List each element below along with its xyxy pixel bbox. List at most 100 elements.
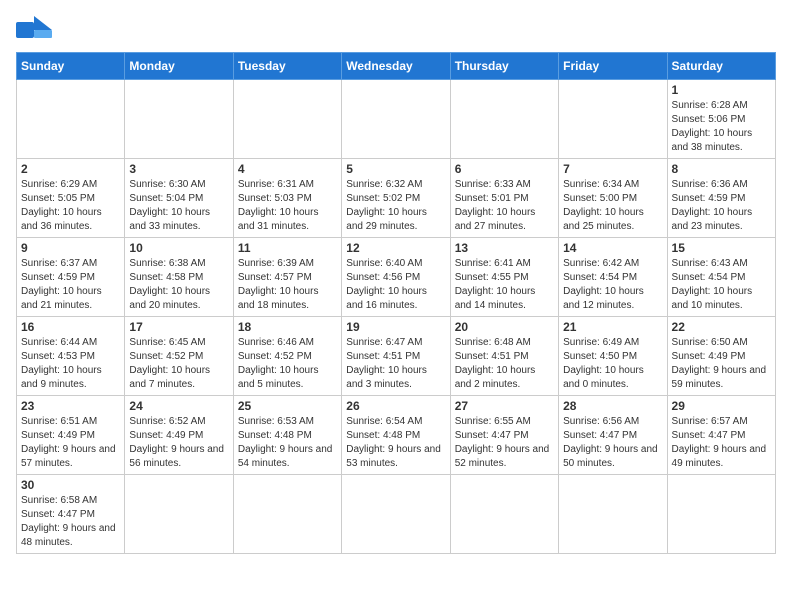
calendar-cell: 10 Sunrise: 6:38 AM Sunset: 4:58 PM Dayli… xyxy=(125,238,233,317)
calendar-cell xyxy=(450,80,558,159)
day-number: 30 xyxy=(21,478,120,492)
calendar-cell: 11Sunrise: 6:39 AM Sunset: 4:57 PM Dayli… xyxy=(233,238,341,317)
calendar-week-row: 1 Sunrise: 6:28 AM Sunset: 5:06 PM Daylig… xyxy=(17,80,776,159)
day-number: 13 xyxy=(455,241,554,255)
day-number: 17 xyxy=(129,320,228,334)
calendar-cell: 25 Sunrise: 6:53 AM Sunset: 4:48 PM Dayli… xyxy=(233,396,341,475)
calendar-cell: 6 Sunrise: 6:33 AM Sunset: 5:01 PM Daylig… xyxy=(450,159,558,238)
calendar-cell xyxy=(342,80,450,159)
day-info: Sunrise: 6:51 AM Sunset: 4:49 PM Dayligh… xyxy=(21,415,120,471)
column-header-wednesday: Wednesday xyxy=(342,53,450,80)
calendar-cell: 16 Sunrise: 6:44 AM Sunset: 4:53 PM Dayli… xyxy=(17,317,125,396)
day-number: 24 xyxy=(129,399,228,413)
day-number: 3 xyxy=(129,162,228,176)
calendar-cell xyxy=(233,475,341,554)
day-number: 28 xyxy=(563,399,662,413)
calendar-cell xyxy=(559,80,667,159)
day-number: 26 xyxy=(346,399,445,413)
day-info: Sunrise: 6:31 AM Sunset: 5:03 PM Dayligh… xyxy=(238,178,337,234)
day-info: Sunrise: 6:57 AM Sunset: 4:47 PM Dayligh… xyxy=(672,415,771,471)
calendar-cell: 28Sunrise: 6:56 AM Sunset: 4:47 PM Dayli… xyxy=(559,396,667,475)
day-info: Sunrise: 6:54 AM Sunset: 4:48 PM Dayligh… xyxy=(346,415,445,471)
calendar-cell: 15 Sunrise: 6:43 AM Sunset: 4:54 PM Dayli… xyxy=(667,238,775,317)
calendar-cell: 20Sunrise: 6:48 AM Sunset: 4:51 PM Dayli… xyxy=(450,317,558,396)
calendar-week-row: 30 Sunrise: 6:58 AM Sunset: 4:47 PM Dayli… xyxy=(17,475,776,554)
column-header-monday: Monday xyxy=(125,53,233,80)
day-number: 10 xyxy=(129,241,228,255)
day-info: Sunrise: 6:41 AM Sunset: 4:55 PM Dayligh… xyxy=(455,257,554,313)
calendar-cell xyxy=(125,475,233,554)
calendar-cell: 29 Sunrise: 6:57 AM Sunset: 4:47 PM Dayli… xyxy=(667,396,775,475)
calendar-cell: 18Sunrise: 6:46 AM Sunset: 4:52 PM Dayli… xyxy=(233,317,341,396)
calendar-cell: 24 Sunrise: 6:52 AM Sunset: 4:49 PM Dayli… xyxy=(125,396,233,475)
day-info: Sunrise: 6:43 AM Sunset: 4:54 PM Dayligh… xyxy=(672,257,771,313)
day-info: Sunrise: 6:48 AM Sunset: 4:51 PM Dayligh… xyxy=(455,336,554,392)
day-info: Sunrise: 6:38 AM Sunset: 4:58 PM Dayligh… xyxy=(129,257,228,313)
day-info: Sunrise: 6:29 AM Sunset: 5:05 PM Dayligh… xyxy=(21,178,120,234)
day-info: Sunrise: 6:32 AM Sunset: 5:02 PM Dayligh… xyxy=(346,178,445,234)
day-info: Sunrise: 6:30 AM Sunset: 5:04 PM Dayligh… xyxy=(129,178,228,234)
day-info: Sunrise: 6:52 AM Sunset: 4:49 PM Dayligh… xyxy=(129,415,228,471)
logo-icon xyxy=(16,16,52,44)
calendar-table: SundayMondayTuesdayWednesdayThursdayFrid… xyxy=(16,52,776,554)
day-number: 29 xyxy=(672,399,771,413)
day-number: 19 xyxy=(346,320,445,334)
day-number: 14 xyxy=(563,241,662,255)
column-header-tuesday: Tuesday xyxy=(233,53,341,80)
calendar-cell: 1 Sunrise: 6:28 AM Sunset: 5:06 PM Daylig… xyxy=(667,80,775,159)
calendar-cell: 27 Sunrise: 6:55 AM Sunset: 4:47 PM Dayli… xyxy=(450,396,558,475)
calendar-cell: 13 Sunrise: 6:41 AM Sunset: 4:55 PM Dayli… xyxy=(450,238,558,317)
logo xyxy=(16,16,56,44)
calendar-week-row: 9Sunrise: 6:37 AM Sunset: 4:59 PM Daylig… xyxy=(17,238,776,317)
day-number: 22 xyxy=(672,320,771,334)
calendar-cell: 26 Sunrise: 6:54 AM Sunset: 4:48 PM Dayli… xyxy=(342,396,450,475)
column-header-thursday: Thursday xyxy=(450,53,558,80)
day-info: Sunrise: 6:28 AM Sunset: 5:06 PM Dayligh… xyxy=(672,99,771,155)
calendar-cell xyxy=(450,475,558,554)
calendar-week-row: 16 Sunrise: 6:44 AM Sunset: 4:53 PM Dayli… xyxy=(17,317,776,396)
day-info: Sunrise: 6:58 AM Sunset: 4:47 PM Dayligh… xyxy=(21,494,120,550)
calendar-cell: 17 Sunrise: 6:45 AM Sunset: 4:52 PM Dayli… xyxy=(125,317,233,396)
day-info: Sunrise: 6:39 AM Sunset: 4:57 PM Dayligh… xyxy=(238,257,337,313)
day-number: 12 xyxy=(346,241,445,255)
calendar-cell: 5 Sunrise: 6:32 AM Sunset: 5:02 PM Daylig… xyxy=(342,159,450,238)
calendar-cell: 9Sunrise: 6:37 AM Sunset: 4:59 PM Daylig… xyxy=(17,238,125,317)
page-header xyxy=(16,16,776,44)
day-info: Sunrise: 6:44 AM Sunset: 4:53 PM Dayligh… xyxy=(21,336,120,392)
day-number: 6 xyxy=(455,162,554,176)
calendar-cell: 23Sunrise: 6:51 AM Sunset: 4:49 PM Dayli… xyxy=(17,396,125,475)
day-number: 1 xyxy=(672,83,771,97)
day-number: 15 xyxy=(672,241,771,255)
day-info: Sunrise: 6:46 AM Sunset: 4:52 PM Dayligh… xyxy=(238,336,337,392)
calendar-cell: 22 Sunrise: 6:50 AM Sunset: 4:49 PM Dayli… xyxy=(667,317,775,396)
day-info: Sunrise: 6:36 AM Sunset: 4:59 PM Dayligh… xyxy=(672,178,771,234)
day-number: 7 xyxy=(563,162,662,176)
calendar-cell xyxy=(667,475,775,554)
calendar-cell xyxy=(125,80,233,159)
day-number: 25 xyxy=(238,399,337,413)
calendar-cell: 7Sunrise: 6:34 AM Sunset: 5:00 PM Daylig… xyxy=(559,159,667,238)
day-number: 2 xyxy=(21,162,120,176)
day-number: 16 xyxy=(21,320,120,334)
day-info: Sunrise: 6:53 AM Sunset: 4:48 PM Dayligh… xyxy=(238,415,337,471)
calendar-cell: 21 Sunrise: 6:49 AM Sunset: 4:50 PM Dayli… xyxy=(559,317,667,396)
calendar-week-row: 23Sunrise: 6:51 AM Sunset: 4:49 PM Dayli… xyxy=(17,396,776,475)
calendar-cell: 3 Sunrise: 6:30 AM Sunset: 5:04 PM Daylig… xyxy=(125,159,233,238)
day-number: 21 xyxy=(563,320,662,334)
day-info: Sunrise: 6:55 AM Sunset: 4:47 PM Dayligh… xyxy=(455,415,554,471)
day-info: Sunrise: 6:47 AM Sunset: 4:51 PM Dayligh… xyxy=(346,336,445,392)
day-info: Sunrise: 6:45 AM Sunset: 4:52 PM Dayligh… xyxy=(129,336,228,392)
calendar-cell: 4 Sunrise: 6:31 AM Sunset: 5:03 PM Daylig… xyxy=(233,159,341,238)
day-info: Sunrise: 6:49 AM Sunset: 4:50 PM Dayligh… xyxy=(563,336,662,392)
calendar-cell xyxy=(342,475,450,554)
day-info: Sunrise: 6:50 AM Sunset: 4:49 PM Dayligh… xyxy=(672,336,771,392)
day-number: 27 xyxy=(455,399,554,413)
day-info: Sunrise: 6:33 AM Sunset: 5:01 PM Dayligh… xyxy=(455,178,554,234)
column-header-saturday: Saturday xyxy=(667,53,775,80)
calendar-cell xyxy=(559,475,667,554)
day-number: 4 xyxy=(238,162,337,176)
day-number: 5 xyxy=(346,162,445,176)
calendar-cell: 8Sunrise: 6:36 AM Sunset: 4:59 PM Daylig… xyxy=(667,159,775,238)
calendar-cell: 19 Sunrise: 6:47 AM Sunset: 4:51 PM Dayli… xyxy=(342,317,450,396)
calendar-header-row: SundayMondayTuesdayWednesdayThursdayFrid… xyxy=(17,53,776,80)
